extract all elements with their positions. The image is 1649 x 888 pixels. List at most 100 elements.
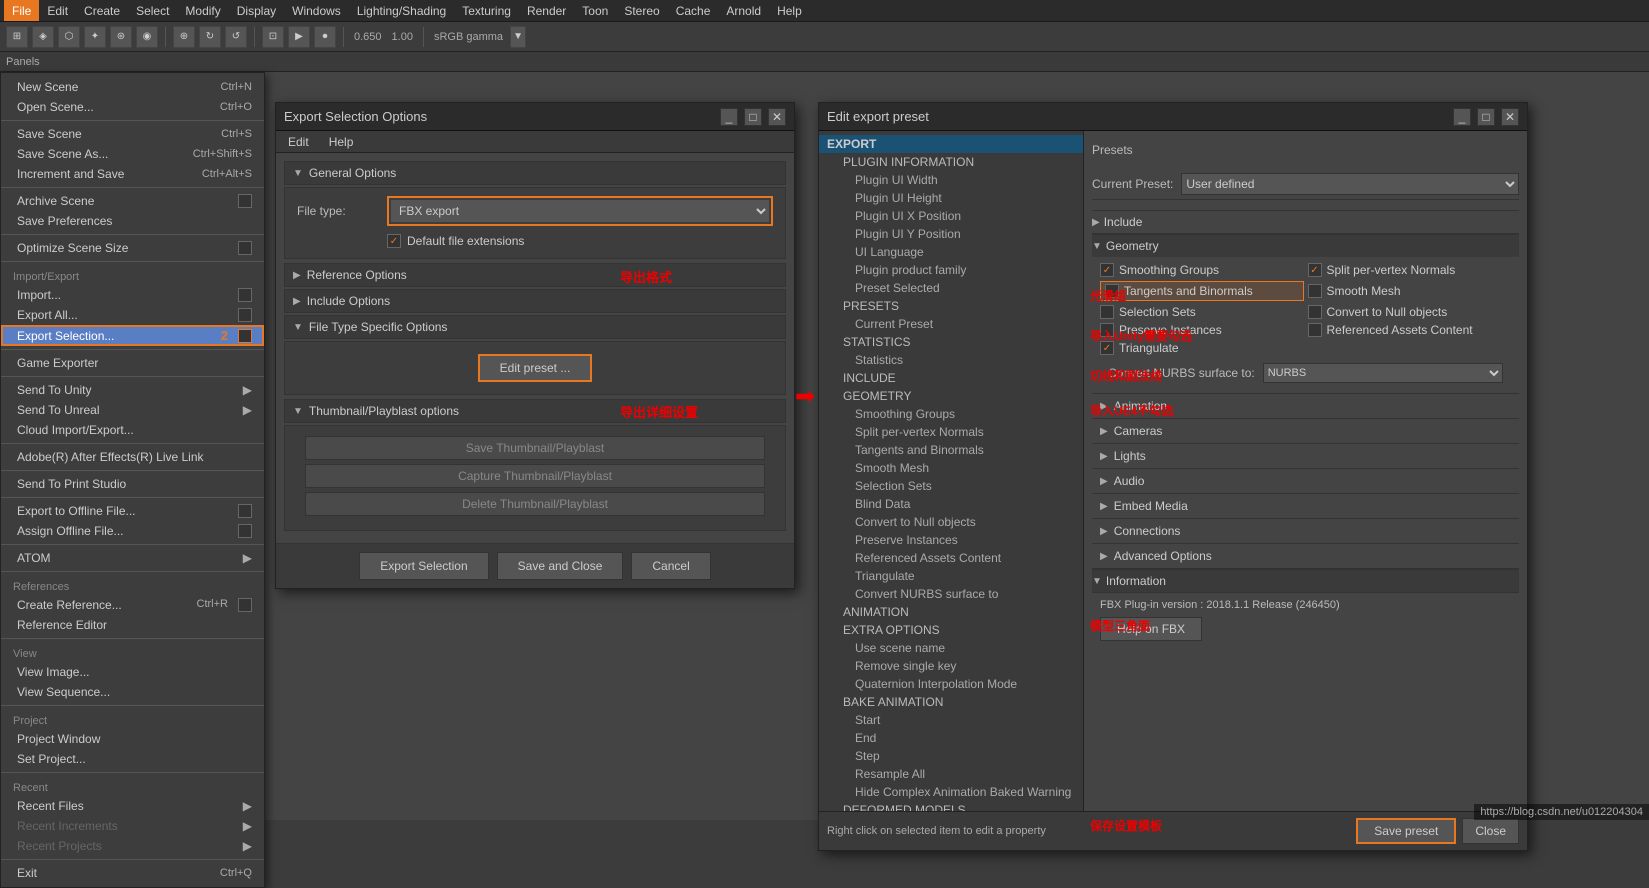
reference-options-header[interactable]: ▶ Reference Options	[284, 263, 786, 287]
connections-row[interactable]: ▶ Connections	[1092, 518, 1519, 543]
embed-media-row[interactable]: ▶ Embed Media	[1092, 493, 1519, 518]
include-expand[interactable]: ▶ Include	[1092, 210, 1519, 233]
export-dialog-menu-edit[interactable]: Edit	[282, 133, 315, 151]
menu-optimize[interactable]: Optimize Scene Size	[1, 238, 264, 258]
tree-plugin-height[interactable]: Plugin UI Height	[819, 189, 1083, 207]
preserve-check[interactable]	[1100, 323, 1114, 337]
toolbar-btn-12[interactable]: ⏺	[314, 26, 336, 48]
menu-exit[interactable]: Exit Ctrl+Q	[1, 863, 264, 883]
audio-row[interactable]: ▶ Audio	[1092, 468, 1519, 493]
menu-cache[interactable]: Cache	[668, 0, 719, 21]
tree-ref-assets[interactable]: Referenced Assets Content	[819, 549, 1083, 567]
menu-export-offline[interactable]: Export to Offline File...	[1, 501, 264, 521]
edit-preset-close[interactable]: ✕	[1501, 108, 1519, 126]
edit-preset-minimize[interactable]: _	[1453, 108, 1471, 126]
toolbar-btn-4[interactable]: ✦	[84, 26, 106, 48]
tree-plugin-width[interactable]: Plugin UI Width	[819, 171, 1083, 189]
edit-preset-maximize[interactable]: □	[1477, 108, 1495, 126]
tree-blind-data[interactable]: Blind Data	[819, 495, 1083, 513]
default-ext-checkbox[interactable]: ✓	[387, 234, 401, 248]
menu-send-unreal[interactable]: Send To Unreal ▶	[1, 400, 264, 420]
tree-smoothing[interactable]: Smoothing Groups	[819, 405, 1083, 423]
smoothing-groups-check[interactable]	[1100, 263, 1114, 277]
tree-nurbs[interactable]: Convert NURBS surface to	[819, 585, 1083, 603]
menu-create-reference[interactable]: Create Reference... Ctrl+R	[1, 595, 264, 615]
menu-reference-editor[interactable]: Reference Editor	[1, 615, 264, 635]
toolbar-btn-2[interactable]: ◈	[32, 26, 54, 48]
gamma-dropdown[interactable]: ▼	[510, 26, 526, 48]
general-options-header[interactable]: ▼ General Options	[284, 161, 786, 185]
menu-after-effects[interactable]: Adobe(R) After Effects(R) Live Link	[1, 447, 264, 467]
tree-deformed[interactable]: DEFORMED MODELS	[819, 801, 1083, 811]
menu-render[interactable]: Render	[519, 0, 574, 21]
toolbar-btn-11[interactable]: ▶	[288, 26, 310, 48]
export-dialog-maximize[interactable]: □	[744, 108, 762, 126]
include-options-header[interactable]: ▶ Include Options	[284, 289, 786, 313]
tree-quaternion[interactable]: Quaternion Interpolation Mode	[819, 675, 1083, 693]
lights-row[interactable]: ▶ Lights	[1092, 443, 1519, 468]
tree-ui-lang[interactable]: UI Language	[819, 243, 1083, 261]
tree-preset-selected[interactable]: Preset Selected	[819, 279, 1083, 297]
tree-plugin-product[interactable]: Plugin product family	[819, 261, 1083, 279]
menu-export-all[interactable]: Export All...	[1, 305, 264, 325]
toolbar-btn-3[interactable]: ⬡	[58, 26, 80, 48]
help-fbx-btn[interactable]: Help on FBX	[1100, 617, 1202, 641]
tree-presets[interactable]: PRESETS	[819, 297, 1083, 315]
toolbar-btn-9[interactable]: ↺	[225, 26, 247, 48]
tree-stats[interactable]: Statistics	[819, 351, 1083, 369]
tree-selection-sets[interactable]: Selection Sets	[819, 477, 1083, 495]
nurbs-select[interactable]: NURBS	[1263, 363, 1503, 383]
tree-step[interactable]: Step	[819, 747, 1083, 765]
current-preset-select[interactable]: User defined	[1181, 173, 1519, 195]
tree-extra[interactable]: EXTRA OPTIONS	[819, 621, 1083, 639]
tree-current-preset[interactable]: Current Preset	[819, 315, 1083, 333]
menu-recent-files[interactable]: Recent Files ▶	[1, 796, 264, 816]
advanced-row[interactable]: ▶ Advanced Options	[1092, 543, 1519, 568]
menu-new-scene[interactable]: New Scene Ctrl+N	[1, 77, 264, 97]
menu-create[interactable]: Create	[76, 0, 128, 21]
menu-lighting[interactable]: Lighting/Shading	[349, 0, 454, 21]
menu-file[interactable]: File	[4, 0, 39, 21]
menu-recent-projects[interactable]: Recent Projects ▶	[1, 836, 264, 856]
menu-help[interactable]: Help	[769, 0, 810, 21]
save-close-btn[interactable]: Save and Close	[497, 552, 624, 580]
menu-set-project[interactable]: Set Project...	[1, 749, 264, 769]
tree-use-scene[interactable]: Use scene name	[819, 639, 1083, 657]
menu-view-sequence[interactable]: View Sequence...	[1, 682, 264, 702]
tree-bake[interactable]: BAKE ANIMATION	[819, 693, 1083, 711]
thumbnail-header[interactable]: ▼ Thumbnail/Playblast options	[284, 399, 786, 423]
edit-close-btn[interactable]: Close	[1462, 818, 1519, 844]
menu-atom[interactable]: ATOM ▶	[1, 548, 264, 568]
tree-tangents[interactable]: Tangents and Binormals	[819, 441, 1083, 459]
menu-display[interactable]: Display	[229, 0, 284, 21]
tree-include[interactable]: INCLUDE	[819, 369, 1083, 387]
menu-game-exporter[interactable]: Game Exporter	[1, 353, 264, 373]
menu-increment-save[interactable]: Increment and Save Ctrl+Alt+S	[1, 164, 264, 184]
selection-sets-check[interactable]	[1100, 305, 1114, 319]
tree-convert-null[interactable]: Convert to Null objects	[819, 513, 1083, 531]
tree-animation[interactable]: ANIMATION	[819, 603, 1083, 621]
smooth-mesh-check[interactable]	[1308, 284, 1322, 298]
cancel-btn[interactable]: Cancel	[631, 552, 710, 580]
tree-split-normals[interactable]: Split per-vertex Normals	[819, 423, 1083, 441]
save-thumb-btn[interactable]: Save Thumbnail/Playblast	[305, 436, 765, 460]
tree-resample[interactable]: Resample All	[819, 765, 1083, 783]
tree-remove-key[interactable]: Remove single key	[819, 657, 1083, 675]
export-dialog-close[interactable]: ✕	[768, 108, 786, 126]
file-type-specific-header[interactable]: ▼ File Type Specific Options	[284, 315, 786, 339]
menu-assign-offline[interactable]: Assign Offline File...	[1, 521, 264, 541]
file-type-select[interactable]: FBX export	[391, 200, 769, 222]
toolbar-btn-10[interactable]: ⊡	[262, 26, 284, 48]
split-normals-check[interactable]	[1308, 263, 1322, 277]
toolbar-btn-7[interactable]: ⊕	[173, 26, 195, 48]
triangulate-check[interactable]	[1100, 341, 1114, 355]
menu-archive-scene[interactable]: Archive Scene	[1, 191, 264, 211]
menu-windows[interactable]: Windows	[284, 0, 349, 21]
menu-save-prefs[interactable]: Save Preferences	[1, 211, 264, 231]
animation-row[interactable]: ▶ Animation	[1092, 393, 1519, 418]
toolbar-btn-1[interactable]: ⊞	[6, 26, 28, 48]
tree-plugin-info[interactable]: PLUGIN INFORMATION	[819, 153, 1083, 171]
menu-save-scene-as[interactable]: Save Scene As... Ctrl+Shift+S	[1, 144, 264, 164]
export-dialog-menu-help[interactable]: Help	[323, 133, 360, 151]
menu-edit[interactable]: Edit	[39, 0, 76, 21]
